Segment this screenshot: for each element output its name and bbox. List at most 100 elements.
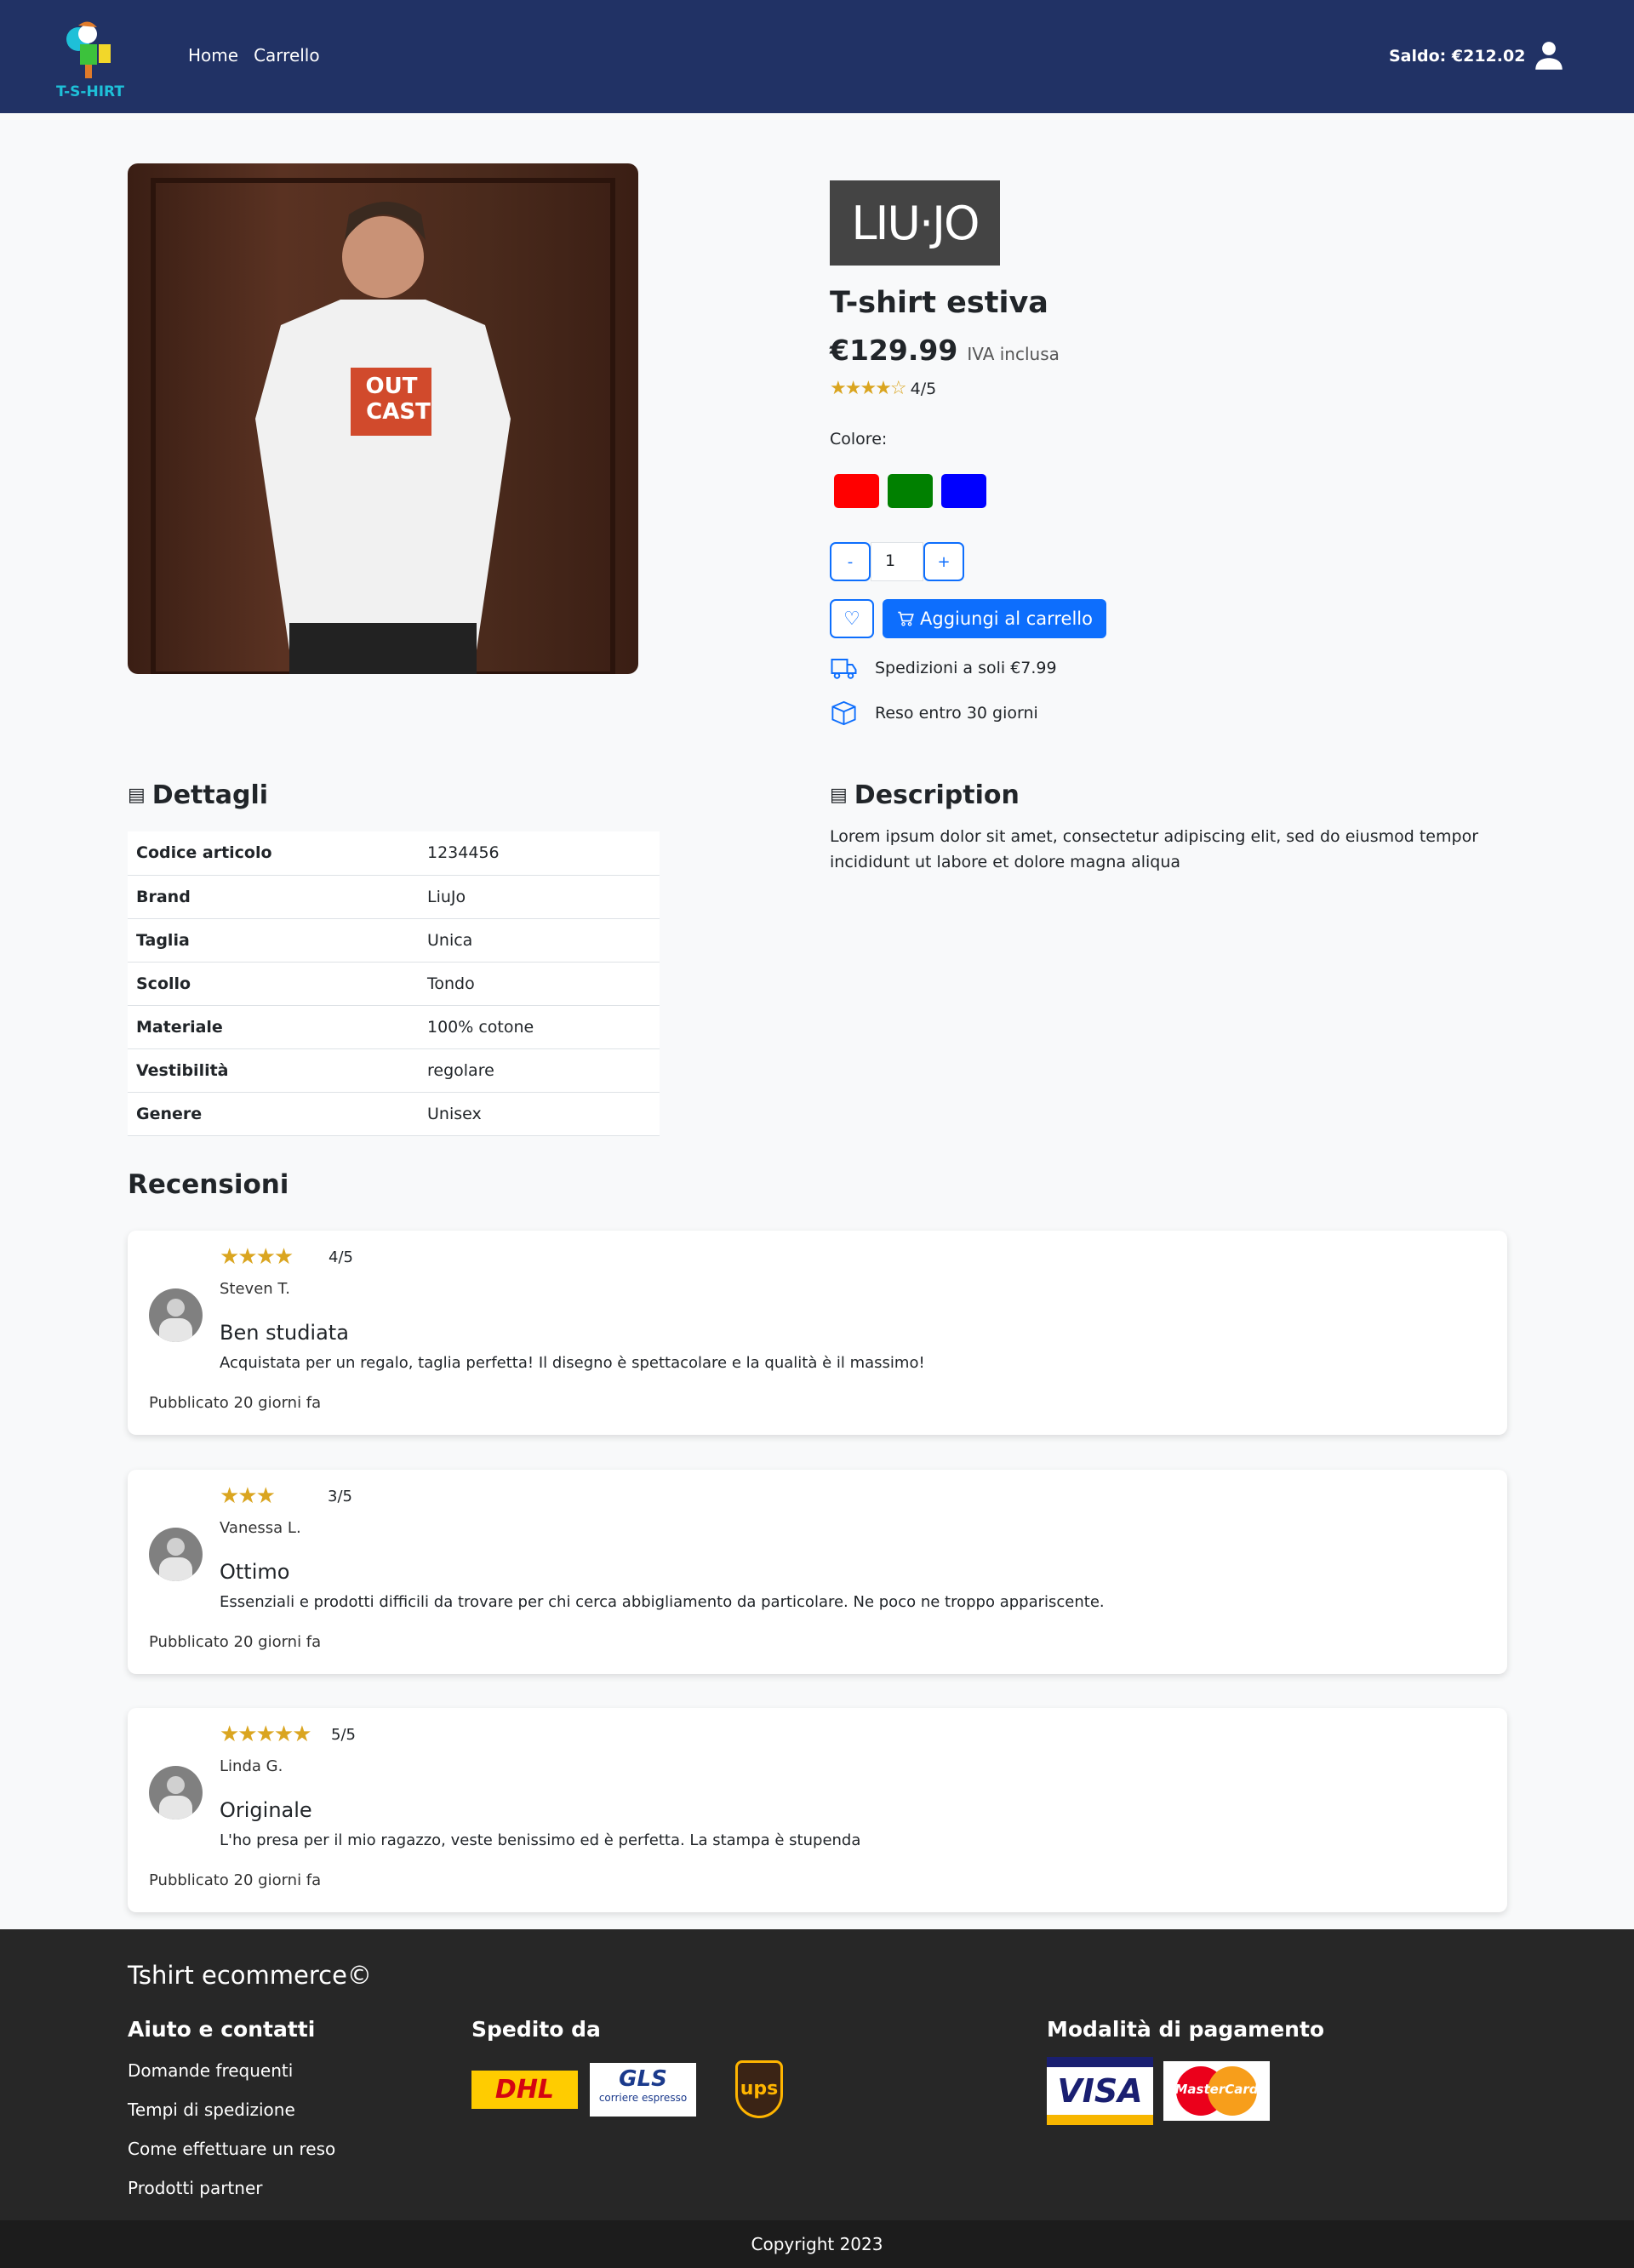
visa-logo: VISA <box>1047 2057 1153 2125</box>
star-rating-icon: ★★★★☆ <box>830 378 907 399</box>
product-photo: OUT CAST <box>151 178 615 674</box>
review-card: ★★★ 3/5 Vanessa L. Ottimo Essenziali e pr… <box>128 1470 1507 1674</box>
qty-plus-button[interactable]: + <box>923 542 964 581</box>
nav-cart[interactable]: Carrello <box>254 45 320 66</box>
details-heading: ▤ Dettagli <box>128 780 268 810</box>
review-text: L'ho presa per il mio ragazzo, veste ben… <box>220 1831 861 1849</box>
site-logo[interactable]: T-S-HIRT <box>49 14 131 102</box>
review-stars-icon: ★★★ <box>220 1483 276 1509</box>
payment-title: Modalità di pagamento <box>1047 2017 1325 2042</box>
footer-link-partners[interactable]: Prodotti partner <box>128 2178 335 2198</box>
gls-text: GLS <box>619 2065 667 2092</box>
details-label: Taglia <box>128 918 419 963</box>
price: €129.99 <box>830 334 958 367</box>
review-title: Ben studiata <box>220 1321 349 1345</box>
details-row: Vestibilità regolare <box>128 1048 660 1093</box>
review-date: Pubblicato 20 giorni fa <box>149 1871 322 1889</box>
details-value: 100% cotone <box>419 1005 660 1049</box>
review-stars-icon: ★★★★ <box>220 1244 294 1270</box>
details-label: Vestibilità <box>128 1048 419 1093</box>
vat-label: IVA inclusa <box>967 344 1060 364</box>
product-image: OUT CAST <box>128 163 638 674</box>
color-swatch-blue[interactable] <box>941 474 986 508</box>
truck-icon <box>831 659 857 679</box>
details-label: Codice articolo <box>128 831 419 876</box>
details-value: 1234456 <box>419 831 660 876</box>
details-value: Unisex <box>419 1092 660 1136</box>
review-rating: 3/5 <box>328 1487 352 1505</box>
avatar-icon <box>149 1766 203 1820</box>
footer-link-shipping-times[interactable]: Tempi di spedizione <box>128 2099 335 2120</box>
footer-link-returns[interactable]: Come effettuare un reso <box>128 2139 335 2159</box>
reviews-title: Recensioni <box>128 1169 289 1200</box>
details-row: Codice articolo 1234456 <box>128 831 660 876</box>
details-label: Brand <box>128 875 419 919</box>
avatar-icon <box>149 1528 203 1581</box>
review-text: Essenziali e prodotti difficili da trova… <box>220 1593 1105 1611</box>
review-title: Ottimo <box>220 1560 290 1584</box>
nav-home[interactable]: Home <box>188 45 238 66</box>
logo-text: T-S-HIRT <box>56 83 124 100</box>
gls-subtext: corriere espresso <box>598 2091 688 2104</box>
review-author: Vanessa L. <box>220 1519 301 1537</box>
review-rating: 5/5 <box>331 1725 356 1744</box>
add-to-cart-button[interactable]: Aggiungi al carrello <box>883 599 1106 638</box>
brand-logo: LIU·JO <box>830 180 1000 266</box>
user-icon[interactable] <box>1534 41 1564 71</box>
gls-logo: GLS corriere espresso <box>590 2062 696 2117</box>
color-swatch-green[interactable] <box>888 474 933 508</box>
rating-text: 4/5 <box>910 379 937 398</box>
copyright: Copyright 2023 <box>0 2220 1634 2268</box>
ups-logo: UPS <box>735 2060 783 2118</box>
description-heading: ▤ Description <box>830 780 1020 810</box>
balance: Saldo: €212.02 <box>1389 47 1526 66</box>
color-swatch-red[interactable] <box>834 474 879 508</box>
details-label: Genere <box>128 1092 419 1136</box>
dhl-logo: DHL <box>471 2070 578 2109</box>
details-row: Materiale 100% cotone <box>128 1005 660 1049</box>
details-label: Scollo <box>128 962 419 1006</box>
avatar-icon <box>149 1288 203 1342</box>
review-card: ★★★★ 4/5 Steven T. Ben studiata Acquistat… <box>128 1231 1507 1435</box>
mastercard-text: MasterCard <box>1174 2082 1259 2097</box>
help-title: Aiuto e contatti <box>128 2017 316 2042</box>
wishlist-button[interactable]: ♡ <box>830 599 874 638</box>
review-card: ★★★★★ 5/5 Linda G. Originale L'ho presa p… <box>128 1708 1507 1912</box>
svg-text:CAST: CAST <box>366 399 431 425</box>
review-author: Steven T. <box>220 1280 290 1298</box>
footer-title: Tshirt ecommerce© <box>128 1961 372 1990</box>
review-stars-icon: ★★★★★ <box>220 1722 312 1747</box>
details-value: Tondo <box>419 962 660 1006</box>
document-chart-icon: ▤ <box>128 785 146 806</box>
details-row: Taglia Unica <box>128 918 660 963</box>
review-text: Acquistata per un regalo, taglia perfett… <box>220 1354 925 1372</box>
color-label: Colore: <box>830 430 888 448</box>
review-date: Pubblicato 20 giorni fa <box>149 1394 322 1412</box>
returns-info: Reso entro 30 giorni <box>875 704 1038 723</box>
document-icon: ▤ <box>830 785 848 806</box>
description-title: Description <box>854 780 1020 810</box>
heart-icon: ♡ <box>843 608 860 630</box>
qty-input[interactable]: 1 <box>871 542 923 581</box>
add-to-cart-label: Aggiungi al carrello <box>920 608 1093 629</box>
footer-link-faq[interactable]: Domande frequenti <box>128 2060 335 2081</box>
details-title: Dettagli <box>151 780 269 810</box>
details-row: Scollo Tondo <box>128 962 660 1006</box>
description-text: Lorem ipsum dolor sit amet, consectetur … <box>830 827 1479 871</box>
details-value: regolare <box>419 1048 660 1093</box>
details-row: Brand LiuJo <box>128 875 660 919</box>
details-table: Codice articolo 1234456 Brand LiuJo Taglia Un… <box>128 831 660 1136</box>
cart-icon <box>898 611 914 626</box>
review-author: Linda G. <box>220 1757 283 1775</box>
mastercard-logo: MasterCard <box>1163 2061 1270 2121</box>
svg-text:OUT: OUT <box>366 374 418 399</box>
review-title: Originale <box>220 1798 312 1822</box>
shipping-info: Spedizioni a soli €7.99 <box>875 659 1057 677</box>
navbar: T-S-HIRT Home Carrello Saldo: €212.02 <box>0 0 1634 113</box>
review-date: Pubblicato 20 giorni fa <box>149 1633 322 1651</box>
shipping-title: Spedito da <box>471 2017 601 2042</box>
product-title: T-shirt estiva <box>830 286 1048 320</box>
box-icon <box>831 700 856 726</box>
qty-minus-button[interactable]: - <box>830 542 871 581</box>
footer: Tshirt ecommerce© Aiuto e contatti Doman… <box>0 1929 1634 2220</box>
